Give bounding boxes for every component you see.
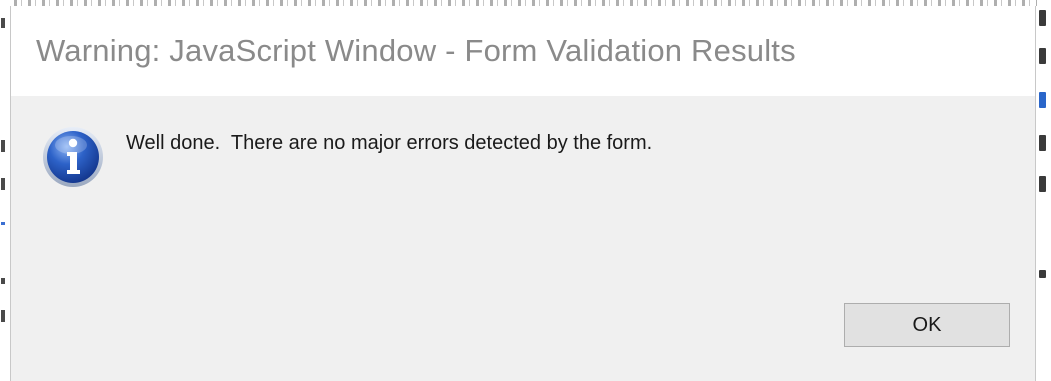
background-text-fragment: [1, 18, 5, 28]
dialog-title-bar: Warning: JavaScript Window - Form Valida…: [11, 6, 1035, 96]
background-text-fragment: [1, 178, 5, 190]
background-left-edge: [0, 0, 8, 381]
background-link-fragment: [1039, 92, 1046, 108]
dialog-title: Warning: JavaScript Window - Form Valida…: [36, 33, 796, 68]
background-text-fragment: [1039, 176, 1046, 192]
background-text-fragment: [1, 310, 5, 322]
info-icon: [43, 127, 103, 187]
alert-dialog: Warning: JavaScript Window - Form Valida…: [10, 6, 1036, 381]
background-text-fragment: [1039, 10, 1046, 26]
dialog-message: Well done. There are no major errors det…: [126, 132, 653, 154]
background-text-fragment: [1, 278, 5, 284]
ok-button[interactable]: OK: [844, 303, 1010, 347]
background-text-fragment: [1, 140, 5, 152]
background-text-fragment: [1039, 135, 1046, 151]
background-right-edge: [1037, 0, 1051, 381]
background-link-fragment: [1, 222, 5, 225]
background-text-fragment: [1039, 270, 1046, 278]
background-text-fragment: [1039, 48, 1046, 64]
